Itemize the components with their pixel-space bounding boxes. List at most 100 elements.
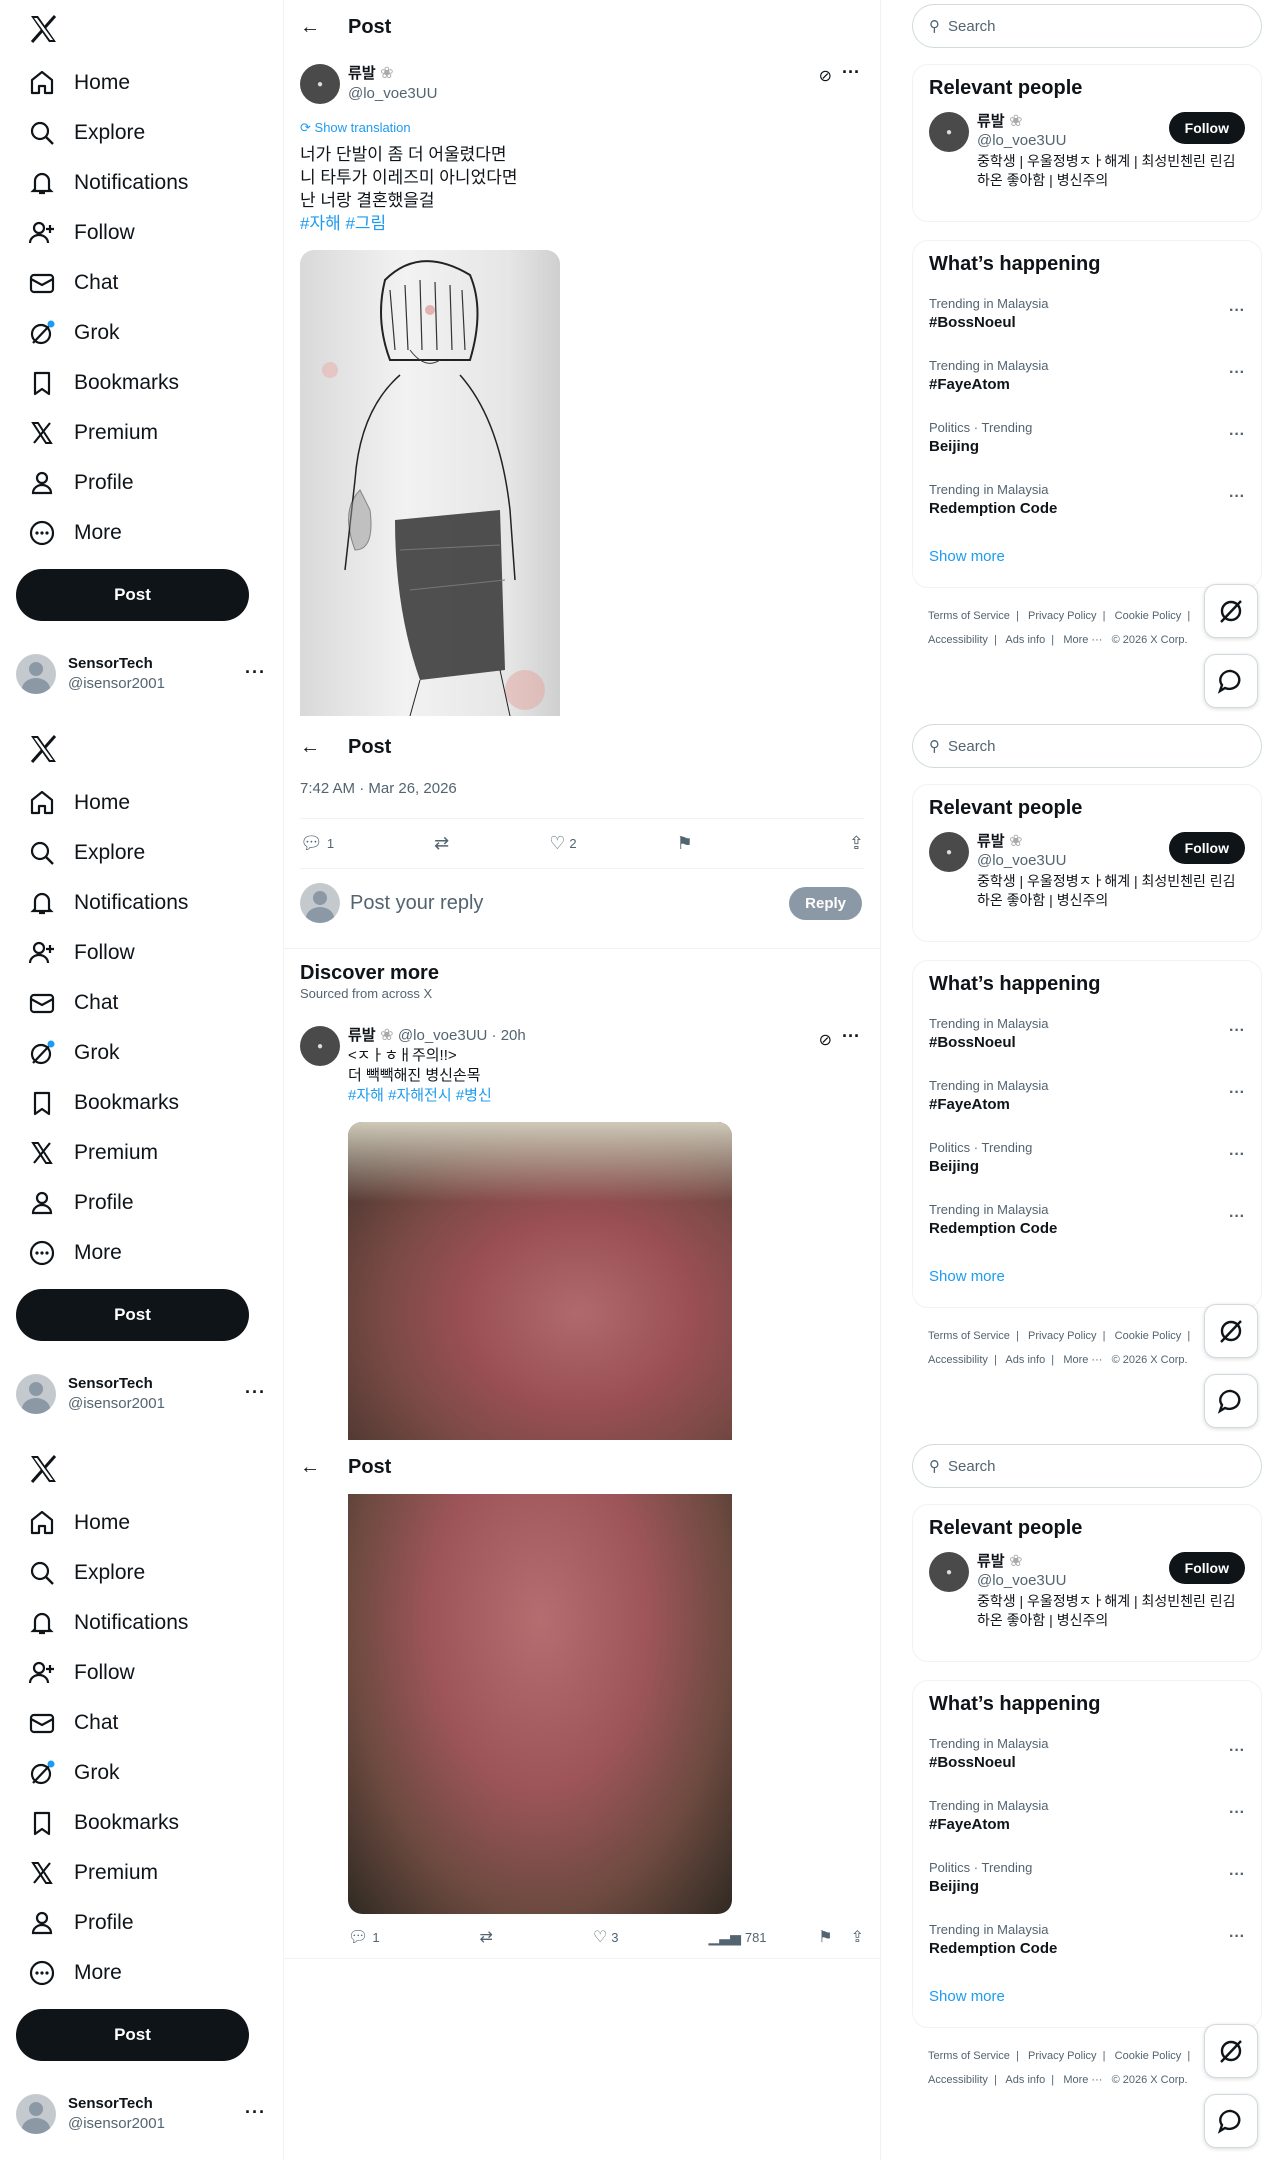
person-avatar[interactable]: ● xyxy=(929,832,969,872)
trend-item[interactable]: Trending in Malaysia #FayeAtom ··· xyxy=(913,1070,1261,1132)
trend-more-icon[interactable]: ··· xyxy=(1229,1742,1245,1760)
nav-item-notifications[interactable]: Notifications xyxy=(14,880,202,926)
account-more-icon[interactable]: ··· xyxy=(245,1382,266,1403)
back-arrow-icon[interactable]: ← xyxy=(300,736,320,759)
relevant-person[interactable]: ● 류발 ❀ @lo_voe3UU 중학생 | 우울정병ㅈㅏ해계 | 최성빈첸린… xyxy=(913,832,1261,910)
relevant-person[interactable]: ● 류발 ❀ @lo_voe3UU 중학생 | 우울정병ㅈㅏ해계 | 최성빈첸린… xyxy=(913,112,1261,190)
trend-item[interactable]: Trending in Malaysia #FayeAtom ··· xyxy=(913,350,1261,412)
repost-icon[interactable]: ⇄ xyxy=(480,1927,493,1947)
grok-icon[interactable]: ⊘ xyxy=(819,1030,832,1050)
nav-item-notifications[interactable]: Notifications xyxy=(14,1600,202,1646)
post-hashtags[interactable]: #자해 #자해전시 #병신 xyxy=(348,1086,526,1106)
discover-post-image[interactable] xyxy=(348,1122,732,1440)
nav-item-profile[interactable]: Profile xyxy=(14,1180,148,1226)
follow-button[interactable]: Follow xyxy=(1168,112,1245,144)
nav-item-grok[interactable]: Grok xyxy=(14,1750,134,1796)
post-button[interactable]: Post xyxy=(16,569,249,621)
like-icon[interactable]: ♡ xyxy=(593,1927,607,1947)
chat-fab[interactable] xyxy=(1204,1374,1258,1428)
trend-item[interactable]: Trending in Malaysia Redemption Code ··· xyxy=(913,1194,1261,1256)
nav-item-bookmarks[interactable]: Bookmarks xyxy=(14,1800,193,1846)
bookmark-icon[interactable]: ⚑ xyxy=(677,833,693,854)
account-switcher[interactable]: SensorTech @isensor2001 ··· xyxy=(16,2084,266,2144)
author-avatar[interactable]: ● xyxy=(300,64,340,104)
trend-more-icon[interactable]: ··· xyxy=(1229,1084,1245,1102)
trend-item[interactable]: Trending in Malaysia #BossNoeul ··· xyxy=(913,1008,1261,1070)
more-dots-icon[interactable]: ··· xyxy=(842,62,860,83)
trend-more-icon[interactable]: ··· xyxy=(1229,364,1245,382)
nav-item-premium[interactable]: Premium xyxy=(14,410,172,456)
nav-item-premium[interactable]: Premium xyxy=(14,1850,172,1896)
nav-item-notifications[interactable]: Notifications xyxy=(14,160,202,206)
nav-item-bookmarks[interactable]: Bookmarks xyxy=(14,360,193,406)
reply-input[interactable]: Post your reply xyxy=(350,892,483,915)
trend-more-icon[interactable]: ··· xyxy=(1229,1022,1245,1040)
nav-item-explore[interactable]: Explore xyxy=(14,1550,159,1596)
post-timestamp[interactable]: 7:42 AM · Mar 26, 2026 xyxy=(300,780,457,797)
x-logo-icon[interactable] xyxy=(26,1452,60,1486)
search-input[interactable]: ⚲ Search xyxy=(912,724,1262,768)
discover-post-image-continued[interactable] xyxy=(348,1494,732,1914)
person-avatar[interactable]: ● xyxy=(929,112,969,152)
person-name[interactable]: 류발 xyxy=(977,833,1005,850)
chat-fab[interactable] xyxy=(1204,654,1258,708)
back-arrow-icon[interactable]: ← xyxy=(300,1456,320,1479)
trend-item[interactable]: Politics · Trending Beijing ··· xyxy=(913,412,1261,474)
person-avatar[interactable]: ● xyxy=(929,1552,969,1592)
nav-item-home[interactable]: Home xyxy=(14,1500,144,1546)
author-handle[interactable]: @lo_voe3UU · 20h xyxy=(398,1027,526,1044)
nav-item-more[interactable]: More xyxy=(14,1950,136,1996)
grok-icon[interactable]: ⊘ xyxy=(819,66,832,86)
reply-icon[interactable]: 💬︎ xyxy=(348,1927,368,1947)
trend-more-icon[interactable]: ··· xyxy=(1229,1866,1245,1884)
nav-item-chat[interactable]: Chat xyxy=(14,980,132,1026)
trend-more-icon[interactable]: ··· xyxy=(1229,488,1245,506)
person-name[interactable]: 류발 xyxy=(977,1553,1005,1570)
trend-item[interactable]: Trending in Malaysia Redemption Code ··· xyxy=(913,474,1261,536)
trend-more-icon[interactable]: ··· xyxy=(1229,302,1245,320)
bookmark-icon[interactable]: ⚑ xyxy=(818,1927,832,1947)
x-logo-icon[interactable] xyxy=(26,12,60,46)
nav-item-explore[interactable]: Explore xyxy=(14,830,159,876)
share-icon[interactable]: ⇪ xyxy=(849,833,864,854)
nav-item-chat[interactable]: Chat xyxy=(14,260,132,306)
post-button[interactable]: Post xyxy=(16,2009,249,2061)
account-switcher[interactable]: SensorTech @isensor2001 ··· xyxy=(16,644,266,704)
nav-item-home[interactable]: Home xyxy=(14,60,144,106)
like-icon[interactable]: ♡ xyxy=(549,833,565,854)
trend-item[interactable]: Trending in Malaysia #BossNoeul ··· xyxy=(913,1728,1261,1790)
post-button[interactable]: Post xyxy=(16,1289,249,1341)
share-icon[interactable]: ⇪ xyxy=(851,1927,864,1947)
x-logo-icon[interactable] xyxy=(26,732,60,766)
trend-item[interactable]: Trending in Malaysia #FayeAtom ··· xyxy=(913,1790,1261,1852)
trend-item[interactable]: Trending in Malaysia Redemption Code ··· xyxy=(913,1914,1261,1976)
show-translation-link[interactable]: ⟳ Show translation xyxy=(300,120,411,136)
trend-item[interactable]: Politics · Trending Beijing ··· xyxy=(913,1852,1261,1914)
nav-item-more[interactable]: More xyxy=(14,1230,136,1276)
nav-item-premium[interactable]: Premium xyxy=(14,1130,172,1176)
views-icon[interactable]: ▁▃▅ xyxy=(709,1929,741,1946)
account-switcher[interactable]: SensorTech @isensor2001 ··· xyxy=(16,1364,266,1424)
search-input[interactable]: ⚲ Search xyxy=(912,1444,1262,1488)
reply-icon[interactable]: 💬︎ xyxy=(300,833,323,854)
show-more-link[interactable]: Show more xyxy=(913,1976,1261,2021)
author-name[interactable]: 류발 xyxy=(348,1027,376,1044)
post-image-sketch[interactable] xyxy=(300,250,560,716)
follow-button[interactable]: Follow xyxy=(1168,1552,1245,1584)
reply-button[interactable]: Reply xyxy=(789,886,862,920)
account-more-icon[interactable]: ··· xyxy=(245,2102,266,2123)
search-input[interactable]: ⚲ Search xyxy=(912,4,1262,48)
account-more-icon[interactable]: ··· xyxy=(245,662,266,683)
nav-item-home[interactable]: Home xyxy=(14,780,144,826)
author-name[interactable]: 류발 xyxy=(348,65,376,82)
show-more-link[interactable]: Show more xyxy=(913,1256,1261,1301)
trend-more-icon[interactable]: ··· xyxy=(1229,426,1245,444)
trend-item[interactable]: Trending in Malaysia #BossNoeul ··· xyxy=(913,288,1261,350)
nav-item-profile[interactable]: Profile xyxy=(14,1900,148,1946)
trend-more-icon[interactable]: ··· xyxy=(1229,1146,1245,1164)
author-avatar[interactable]: ● xyxy=(300,1026,340,1066)
nav-item-explore[interactable]: Explore xyxy=(14,110,159,156)
nav-item-grok[interactable]: Grok xyxy=(14,1030,134,1076)
post-hashtags[interactable]: #자해 #그림 xyxy=(300,212,518,235)
follow-button[interactable]: Follow xyxy=(1168,832,1245,864)
